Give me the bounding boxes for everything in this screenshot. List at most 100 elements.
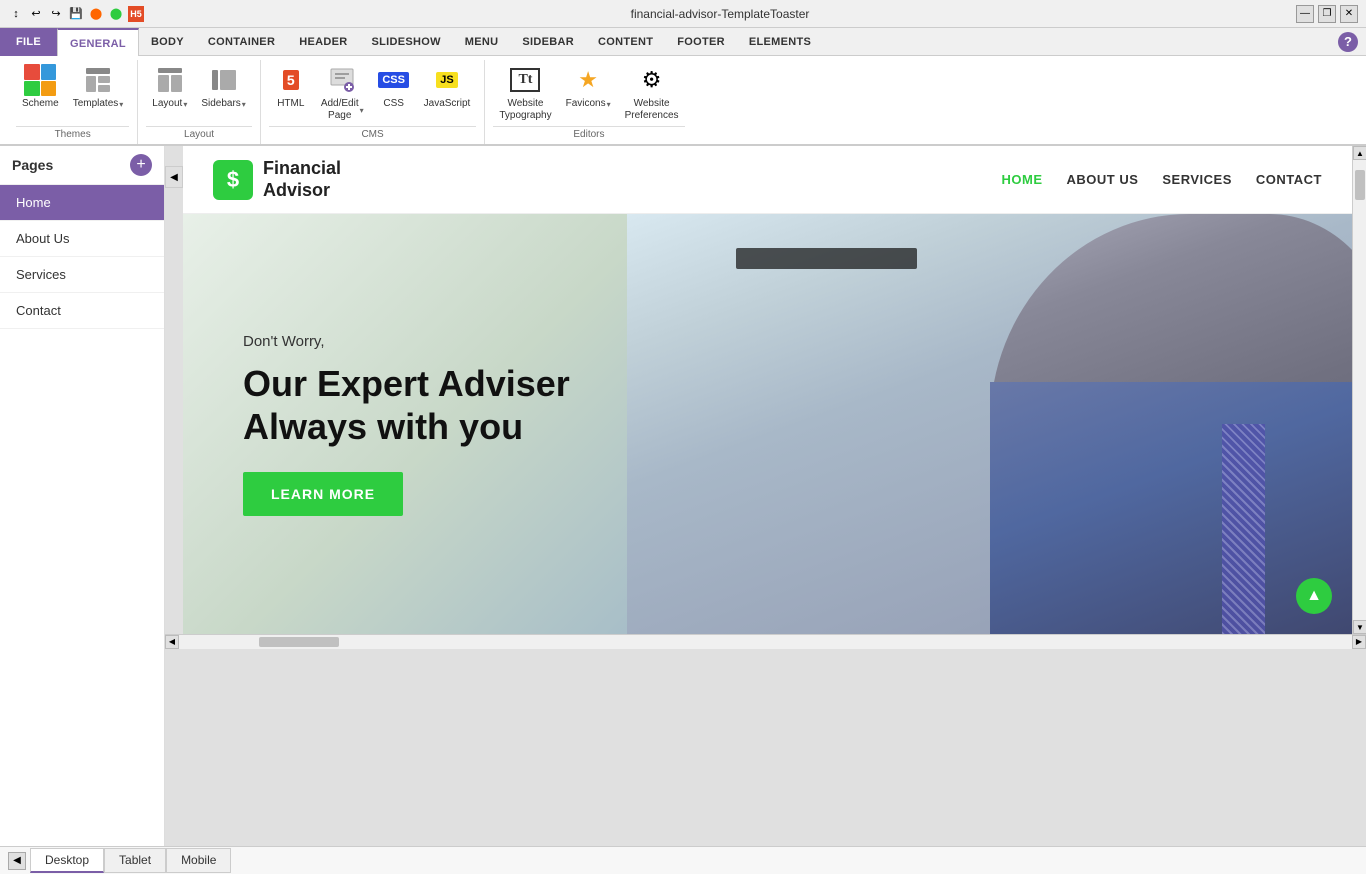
sidebar: Pages + Home About Us Services Contact	[0, 146, 165, 846]
tab-slideshow[interactable]: SLIDESHOW	[359, 28, 452, 56]
tab-elements[interactable]: ELEMENTS	[737, 28, 823, 56]
tab-container[interactable]: CONTAINER	[196, 28, 287, 56]
layout-button[interactable]: Layout ▾	[146, 60, 193, 114]
sidebar-header: Pages +	[0, 146, 164, 185]
tab-header[interactable]: HEADER	[287, 28, 359, 56]
page-contact[interactable]: Contact	[0, 293, 164, 329]
learn-more-button[interactable]: LEARN MORE	[243, 472, 403, 516]
css-icon: CSS	[378, 64, 410, 96]
tab-content[interactable]: CONTENT	[586, 28, 665, 56]
bottom-bar: ◀ Desktop Tablet Mobile	[0, 846, 1366, 874]
editors-items: Tt Website Typography ★ Favicons ▾ ⚙ Web…	[493, 60, 684, 126]
preferences-button[interactable]: ⚙ Website Preferences	[619, 60, 685, 126]
templates-button[interactable]: Templates ▾	[67, 60, 130, 114]
outer-layout: Pages + Home About Us Services Contact ◀…	[0, 146, 1366, 874]
nav-home[interactable]: HOME	[1002, 172, 1043, 187]
gear-badge: ⚙	[642, 67, 662, 93]
scroll-up-arrow[interactable]: ▲	[1353, 146, 1366, 160]
help-button[interactable]: ?	[1338, 32, 1358, 52]
scroll-left-arrow[interactable]: ◀	[165, 635, 179, 649]
ribbon-group-editors: Tt Website Typography ★ Favicons ▾ ⚙ Web…	[485, 60, 692, 144]
view-tab-tablet[interactable]: Tablet	[104, 848, 166, 873]
canvas-area: ◀ $ FinancialAdvisor HOME ABOUT US SERVI…	[165, 146, 1366, 846]
typography-button[interactable]: Tt Website Typography	[493, 60, 557, 126]
nav-contact[interactable]: CONTACT	[1256, 172, 1322, 187]
window-controls: — ❐ ✕	[1296, 5, 1358, 23]
tab-general[interactable]: GENERAL	[57, 28, 139, 56]
tab-footer[interactable]: FOOTER	[665, 28, 737, 56]
add-edit-button[interactable]: Add/Edit Page ▾	[315, 60, 370, 126]
tab-menu[interactable]: MENU	[453, 28, 511, 56]
html-button[interactable]: 5 HTML	[269, 60, 313, 114]
js-badge: JS	[436, 72, 457, 88]
cms-group-label: CMS	[269, 126, 477, 144]
page-services[interactable]: Services	[0, 257, 164, 293]
bottom-left: ◀ Desktop Tablet Mobile	[8, 848, 231, 873]
app-icon-1: ↕	[8, 6, 24, 22]
tab-sidebar[interactable]: SIDEBAR	[510, 28, 586, 56]
scroll-down-arrow[interactable]: ▼	[1353, 620, 1366, 634]
page-about[interactable]: About Us	[0, 221, 164, 257]
ribbon-group-themes: Scheme Templates ▾ Themes	[8, 60, 138, 144]
bottom-prev-button[interactable]: ◀	[8, 852, 26, 870]
favicons-label: Favicons	[566, 98, 606, 110]
hero-section: Don't Worry, Our Expert AdviserAlways wi…	[183, 214, 1352, 634]
add-edit-label: Add/Edit Page	[321, 98, 359, 122]
sidebar-title: Pages	[12, 157, 53, 173]
vscroll-track	[1353, 160, 1366, 620]
favicons-button[interactable]: ★ Favicons ▾	[560, 60, 617, 114]
tab-file[interactable]: FILE	[0, 28, 57, 56]
html5-badge: 5	[283, 70, 299, 90]
scroll-up-button[interactable]: ▲	[1296, 578, 1332, 614]
hero-content: Don't Worry, Our Expert AdviserAlways wi…	[183, 333, 630, 516]
app-icon-4: 💾	[68, 6, 84, 22]
title-bar-left: ↕ ↩ ↪ 💾 ⬤ ⬤ H5	[8, 6, 144, 22]
hscroll-track	[179, 635, 1352, 649]
app-icon-5: ⬤	[88, 6, 104, 22]
restore-button[interactable]: ❐	[1318, 5, 1336, 23]
html-label: HTML	[277, 98, 304, 110]
minimize-button[interactable]: —	[1296, 5, 1314, 23]
add-page-button[interactable]: +	[130, 154, 152, 176]
logo: $ FinancialAdvisor	[213, 158, 341, 201]
app-icon-3: ↪	[48, 6, 64, 22]
hscroll-thumb[interactable]	[259, 637, 339, 647]
ribbon-group-cms: 5 HTML Add/Edit Page ▾	[261, 60, 486, 144]
sidebars-icon	[208, 64, 240, 96]
layout-items: Layout ▾ Sidebars ▾	[146, 60, 252, 126]
website-header: $ FinancialAdvisor HOME ABOUT US SERVICE…	[183, 146, 1352, 214]
ribbon-content: Scheme Templates ▾ Themes	[0, 56, 1366, 146]
view-tabs: Desktop Tablet Mobile	[30, 848, 231, 873]
ribbon-group-layout: Layout ▾ Sidebars ▾ Layout	[138, 60, 261, 144]
tt-badge: Tt	[510, 68, 540, 92]
javascript-button[interactable]: JS JavaScript	[418, 60, 477, 114]
layout-group-label: Layout	[146, 126, 252, 144]
view-tab-desktop[interactable]: Desktop	[30, 848, 104, 873]
title-bar: ↕ ↩ ↪ 💾 ⬤ ⬤ H5 financial-advisor-Templat…	[0, 0, 1366, 28]
sidebars-button[interactable]: Sidebars ▾	[195, 60, 251, 114]
logo-icon: $	[213, 160, 253, 200]
favicons-arrow: ▾	[607, 100, 611, 109]
editors-group-label: Editors	[493, 126, 684, 144]
page-home[interactable]: Home	[0, 185, 164, 221]
close-button[interactable]: ✕	[1340, 5, 1358, 23]
css-badge: CSS	[378, 72, 409, 88]
window-title: financial-advisor-TemplateToaster	[144, 7, 1296, 21]
typography-icon: Tt	[509, 64, 541, 96]
css-button[interactable]: CSS CSS	[372, 60, 416, 114]
nav-about[interactable]: ABOUT US	[1067, 172, 1139, 187]
typography-label: Website Typography	[499, 98, 551, 122]
scheme-button[interactable]: Scheme	[16, 60, 65, 114]
layout-label: Layout	[152, 98, 182, 110]
tab-body[interactable]: BODY	[139, 28, 196, 56]
ribbon-tabs: FILE GENERAL BODY CONTAINER HEADER SLIDE…	[0, 28, 1366, 56]
vertical-scrollbar: ▲ ▼	[1352, 146, 1366, 634]
sidebar-collapse-button[interactable]: ◀	[165, 166, 183, 188]
scroll-right-arrow[interactable]: ▶	[1352, 635, 1366, 649]
sidebars-arrow: ▾	[242, 100, 246, 109]
vscroll-thumb[interactable]	[1355, 170, 1365, 200]
view-tab-mobile[interactable]: Mobile	[166, 848, 231, 873]
nav-services[interactable]: SERVICES	[1162, 172, 1232, 187]
hero-title: Our Expert AdviserAlways with you	[243, 362, 570, 448]
css-label: CSS	[383, 98, 404, 110]
